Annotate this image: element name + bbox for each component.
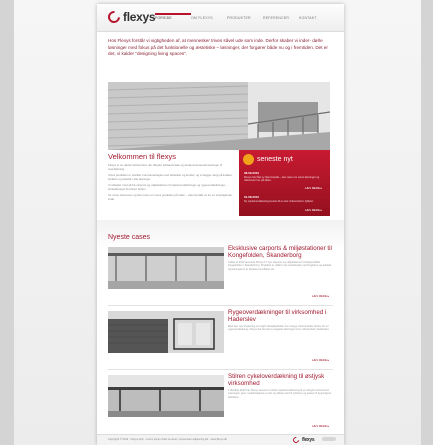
news-more-link[interactable]: LÆS MERE ▸ bbox=[305, 208, 322, 212]
case-title[interactable]: Eksklusive carports & miljøstationer til… bbox=[228, 245, 333, 259]
logo-swirl-icon bbox=[105, 8, 123, 26]
case-body: Med den nye lovgivning om røgfri arbejds… bbox=[228, 325, 330, 332]
news-item-date: 01.08.2010 bbox=[244, 195, 260, 199]
news-item-date: 08.09.2010 bbox=[244, 171, 260, 175]
case-more-link[interactable]: LÆS MERE ▸ bbox=[312, 358, 329, 362]
intro-text: Hos Flexys forstår vi vigtigheden af, at… bbox=[108, 38, 328, 57]
welcome-paragraph: Flexys er en dansk virksomhed, der tilby… bbox=[108, 163, 222, 171]
nav-item-forside[interactable]: Forside bbox=[155, 13, 191, 20]
case-title[interactable]: Stilren cykeloverdækning til østjysk vir… bbox=[228, 373, 333, 387]
welcome-section: Velkommen til flexys Flexys er en dansk … bbox=[108, 152, 238, 203]
case-item[interactable]: Eksklusive carports & miljøstationer til… bbox=[108, 241, 333, 303]
case-image bbox=[108, 247, 224, 289]
welcome-title: Velkommen til flexys bbox=[108, 152, 176, 161]
welcome-paragraph: Vores produkter er udviklet i tæt samarb… bbox=[108, 173, 233, 181]
case-body: I efteråret 2010 har Flexys leveret en s… bbox=[228, 389, 332, 399]
news-more-link[interactable]: LÆS MERE ▸ bbox=[305, 186, 322, 190]
news-item-body: Ny cykeloverdækning leveret til en stor … bbox=[244, 200, 314, 203]
hero-image bbox=[108, 82, 330, 150]
logo-swirl-icon bbox=[291, 435, 301, 445]
news-item[interactable]: 08.09.2010 Flexys har fået ny hjemmeside… bbox=[244, 171, 324, 183]
news-title: seneste nyt bbox=[257, 156, 293, 163]
cases-heading: Nyeste cases bbox=[108, 234, 151, 241]
news-item[interactable]: 01.08.2010 Ny cykeloverdækning leveret t… bbox=[244, 195, 324, 203]
welcome-paragraph: Vi arbejder med alt fra carports og milj… bbox=[108, 183, 228, 191]
website-page: flexys Forside Om flexys Produkter Refer… bbox=[97, 4, 344, 445]
case-more-link[interactable]: LÆS MERE ▸ bbox=[312, 294, 329, 298]
case-item[interactable]: Rygeoverdækninger til virksomhed i Hader… bbox=[108, 305, 333, 367]
nav-item-om-flexys[interactable]: Om flexys bbox=[191, 13, 227, 20]
case-more-link[interactable]: LÆS MERE ▸ bbox=[312, 424, 329, 428]
case-item[interactable]: Stilren cykeloverdækning til østjysk vir… bbox=[108, 369, 333, 431]
footer-logo[interactable]: flexys bbox=[291, 435, 315, 445]
site-logo[interactable]: flexys bbox=[105, 8, 156, 26]
news-header: seneste nyt bbox=[243, 154, 293, 165]
site-footer: Copyright © 2010 · Flexys ApS · Lorem ip… bbox=[97, 434, 344, 445]
case-title[interactable]: Rygeoverdækninger til virksomhed i Hader… bbox=[228, 309, 333, 323]
nav-item-referencer[interactable]: Referencer bbox=[263, 13, 299, 20]
logo-text: flexys bbox=[123, 10, 156, 24]
main-nav: Forside Om flexys Produkter Referencer K… bbox=[155, 13, 335, 20]
logo-text: flexys bbox=[302, 437, 315, 443]
news-box: seneste nyt 08.09.2010 Flexys har fået n… bbox=[239, 150, 330, 216]
case-body: I løbet af 2010 leverede Flexys 17 nye c… bbox=[228, 261, 332, 271]
nav-item-kontakt[interactable]: Kontakt bbox=[299, 13, 335, 20]
nav-item-produkter[interactable]: Produkter bbox=[227, 13, 263, 20]
welcome-paragraph: Se vores referencer og læs mere om vores… bbox=[108, 193, 232, 201]
sun-icon bbox=[243, 154, 254, 165]
footer-text: Copyright © 2010 · Flexys ApS · Lorem ip… bbox=[108, 438, 227, 441]
scrollbar[interactable] bbox=[322, 437, 336, 441]
case-image bbox=[108, 311, 224, 353]
news-item-body: Flexys har fået ny hjemmeside – læs mere… bbox=[244, 176, 320, 183]
site-header: flexys Forside Om flexys Produkter Refer… bbox=[97, 4, 344, 32]
case-image bbox=[108, 375, 224, 417]
